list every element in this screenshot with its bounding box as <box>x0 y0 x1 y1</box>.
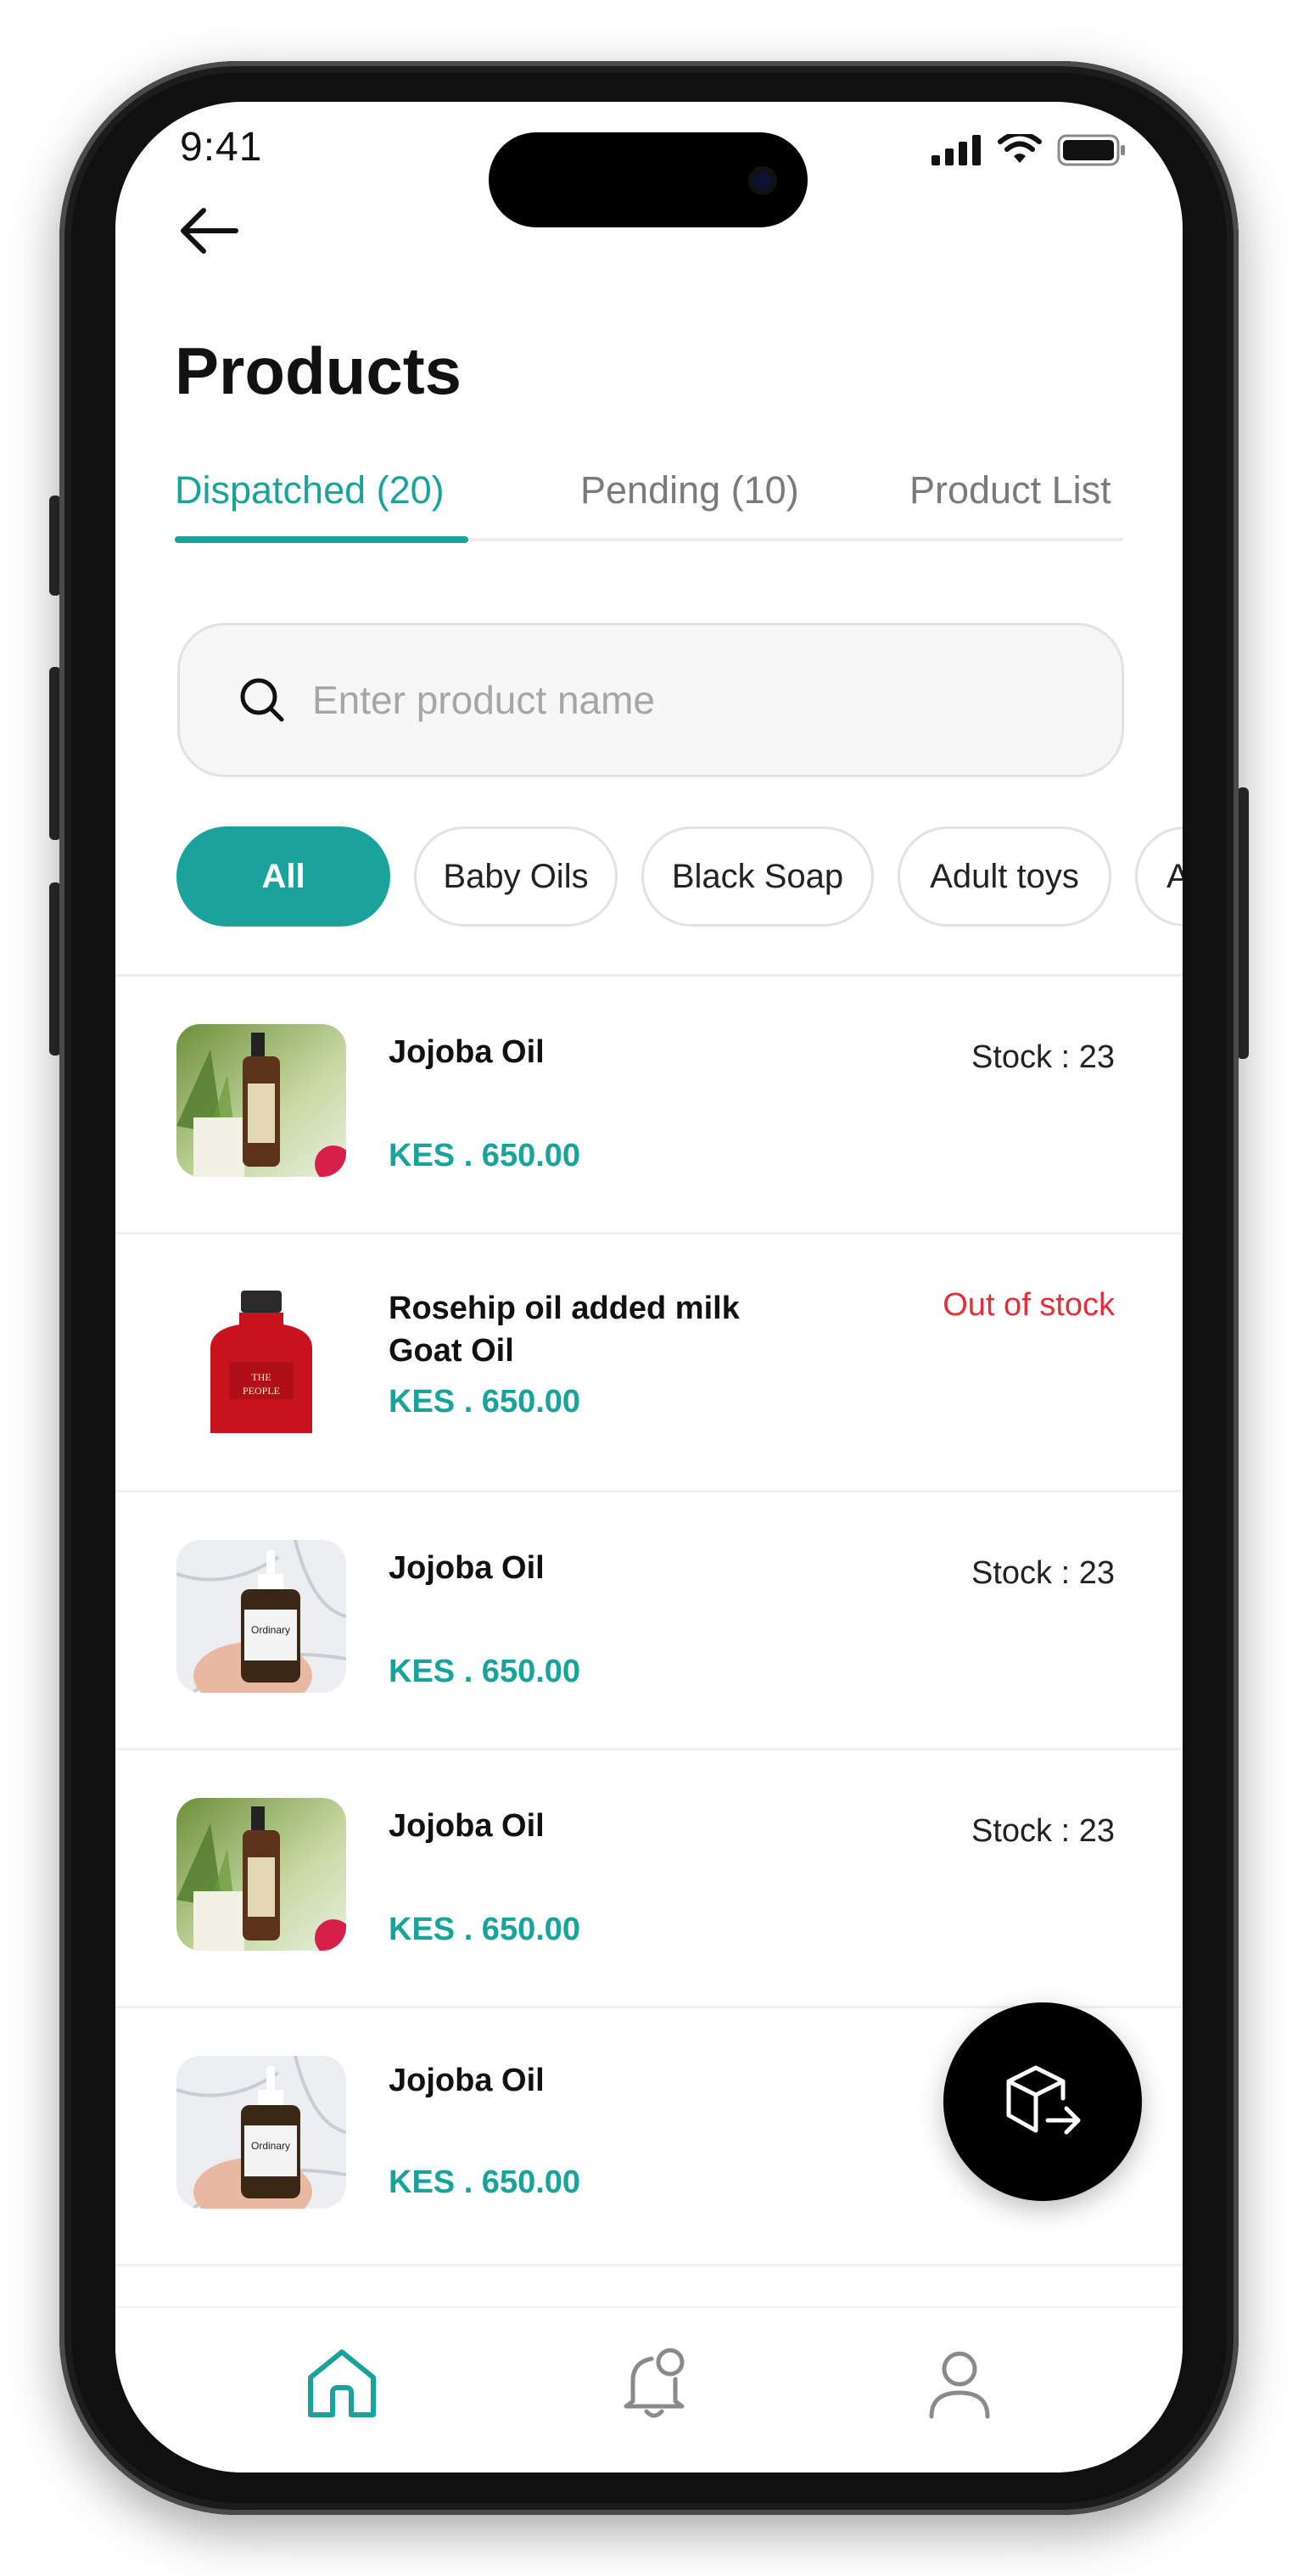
signal-icon <box>932 135 981 165</box>
product-image: Ordinary <box>176 2056 346 2209</box>
product-price: KES . 650.00 <box>389 1384 581 1420</box>
search-input[interactable] <box>312 677 991 723</box>
tab-product-list[interactable]: Product List <box>909 468 1111 512</box>
tab-pending[interactable]: Pending (10) <box>580 468 799 512</box>
chip-black-soap[interactable]: Black Soap <box>641 826 874 927</box>
product-row[interactable]: Jojoba Oil KES . 650.00 Stock : 23 <box>115 1750 1183 2008</box>
product-image <box>176 1024 346 1177</box>
status-icons <box>932 134 1127 166</box>
svg-text:Ordinary: Ordinary <box>251 2140 290 2152</box>
product-name: Jojoba Oil <box>389 1808 545 1844</box>
bottom-navigation <box>115 2308 1183 2472</box>
wifi-icon <box>998 134 1042 163</box>
chip-baby-oils[interactable]: Baby Oils <box>414 826 618 927</box>
power-button <box>1237 787 1249 1059</box>
camera-icon <box>748 166 777 195</box>
product-row[interactable]: Jojoba Oil KES . 650.00 Stock : 23 <box>115 977 1183 1235</box>
category-filter: All Baby Oils Black Soap Adult toys A <box>176 826 1183 928</box>
home-icon[interactable] <box>304 2345 380 2422</box>
chip-more[interactable]: A <box>1135 826 1183 927</box>
chip-adult-toys[interactable]: Adult toys <box>898 826 1111 927</box>
tab-bar: Dispatched (20) Pending (10) Product Lis… <box>175 468 1123 543</box>
svg-text:PEOPLE: PEOPLE <box>243 1385 280 1397</box>
product-price: KES . 650.00 <box>389 1138 581 1173</box>
product-name: Rosehip oil added milk Goat Oil <box>389 1291 740 1369</box>
product-row[interactable]: THE PEOPLE Rosehip oil added milk Goat O… <box>115 1235 1183 1492</box>
tab-dispatched[interactable]: Dispatched (20) <box>175 468 445 512</box>
product-image: Ordinary <box>176 1540 346 1693</box>
out-of-stock-label: Out of stock <box>943 1287 1115 1323</box>
dynamic-island <box>489 132 808 227</box>
product-price: KES . 650.00 <box>389 1912 581 1947</box>
product-image: THE PEOPLE <box>176 1280 346 1433</box>
product-name: Jojoba Oil <box>389 2063 545 2098</box>
dispatch-fab-button[interactable] <box>943 2002 1142 2201</box>
product-image <box>176 1798 346 1951</box>
user-icon[interactable] <box>921 2345 998 2422</box>
stock-label: Stock : 23 <box>971 1555 1115 1591</box>
active-tab-indicator <box>175 536 468 543</box>
product-name: Jojoba Oil <box>389 1550 545 1586</box>
bell-icon[interactable] <box>616 2345 692 2422</box>
product-row[interactable]: Ordinary Jojoba Oil KES . 650.00 Stock :… <box>115 1492 1183 1750</box>
search-icon <box>240 678 284 722</box>
chip-all[interactable]: All <box>176 826 390 927</box>
stock-label: Stock : 23 <box>971 1813 1115 1849</box>
app-screen: 9:41 Products Dispatched (20) Pending (1… <box>115 102 1183 2472</box>
svg-text:THE: THE <box>251 1371 271 1383</box>
product-price: KES . 650.00 <box>389 1654 581 1689</box>
search-box[interactable] <box>177 623 1124 777</box>
svg-text:Ordinary: Ordinary <box>251 1624 290 1636</box>
battery-icon <box>1057 134 1125 166</box>
page-title: Products <box>175 333 462 408</box>
product-price: KES . 650.00 <box>389 2164 581 2200</box>
stock-label: Stock : 23 <box>971 1039 1115 1075</box>
status-time: 9:41 <box>180 125 263 170</box>
back-arrow-icon[interactable] <box>175 197 243 265</box>
product-name: Jojoba Oil <box>389 1034 545 1070</box>
box-arrow-right-icon <box>1006 2065 1081 2135</box>
